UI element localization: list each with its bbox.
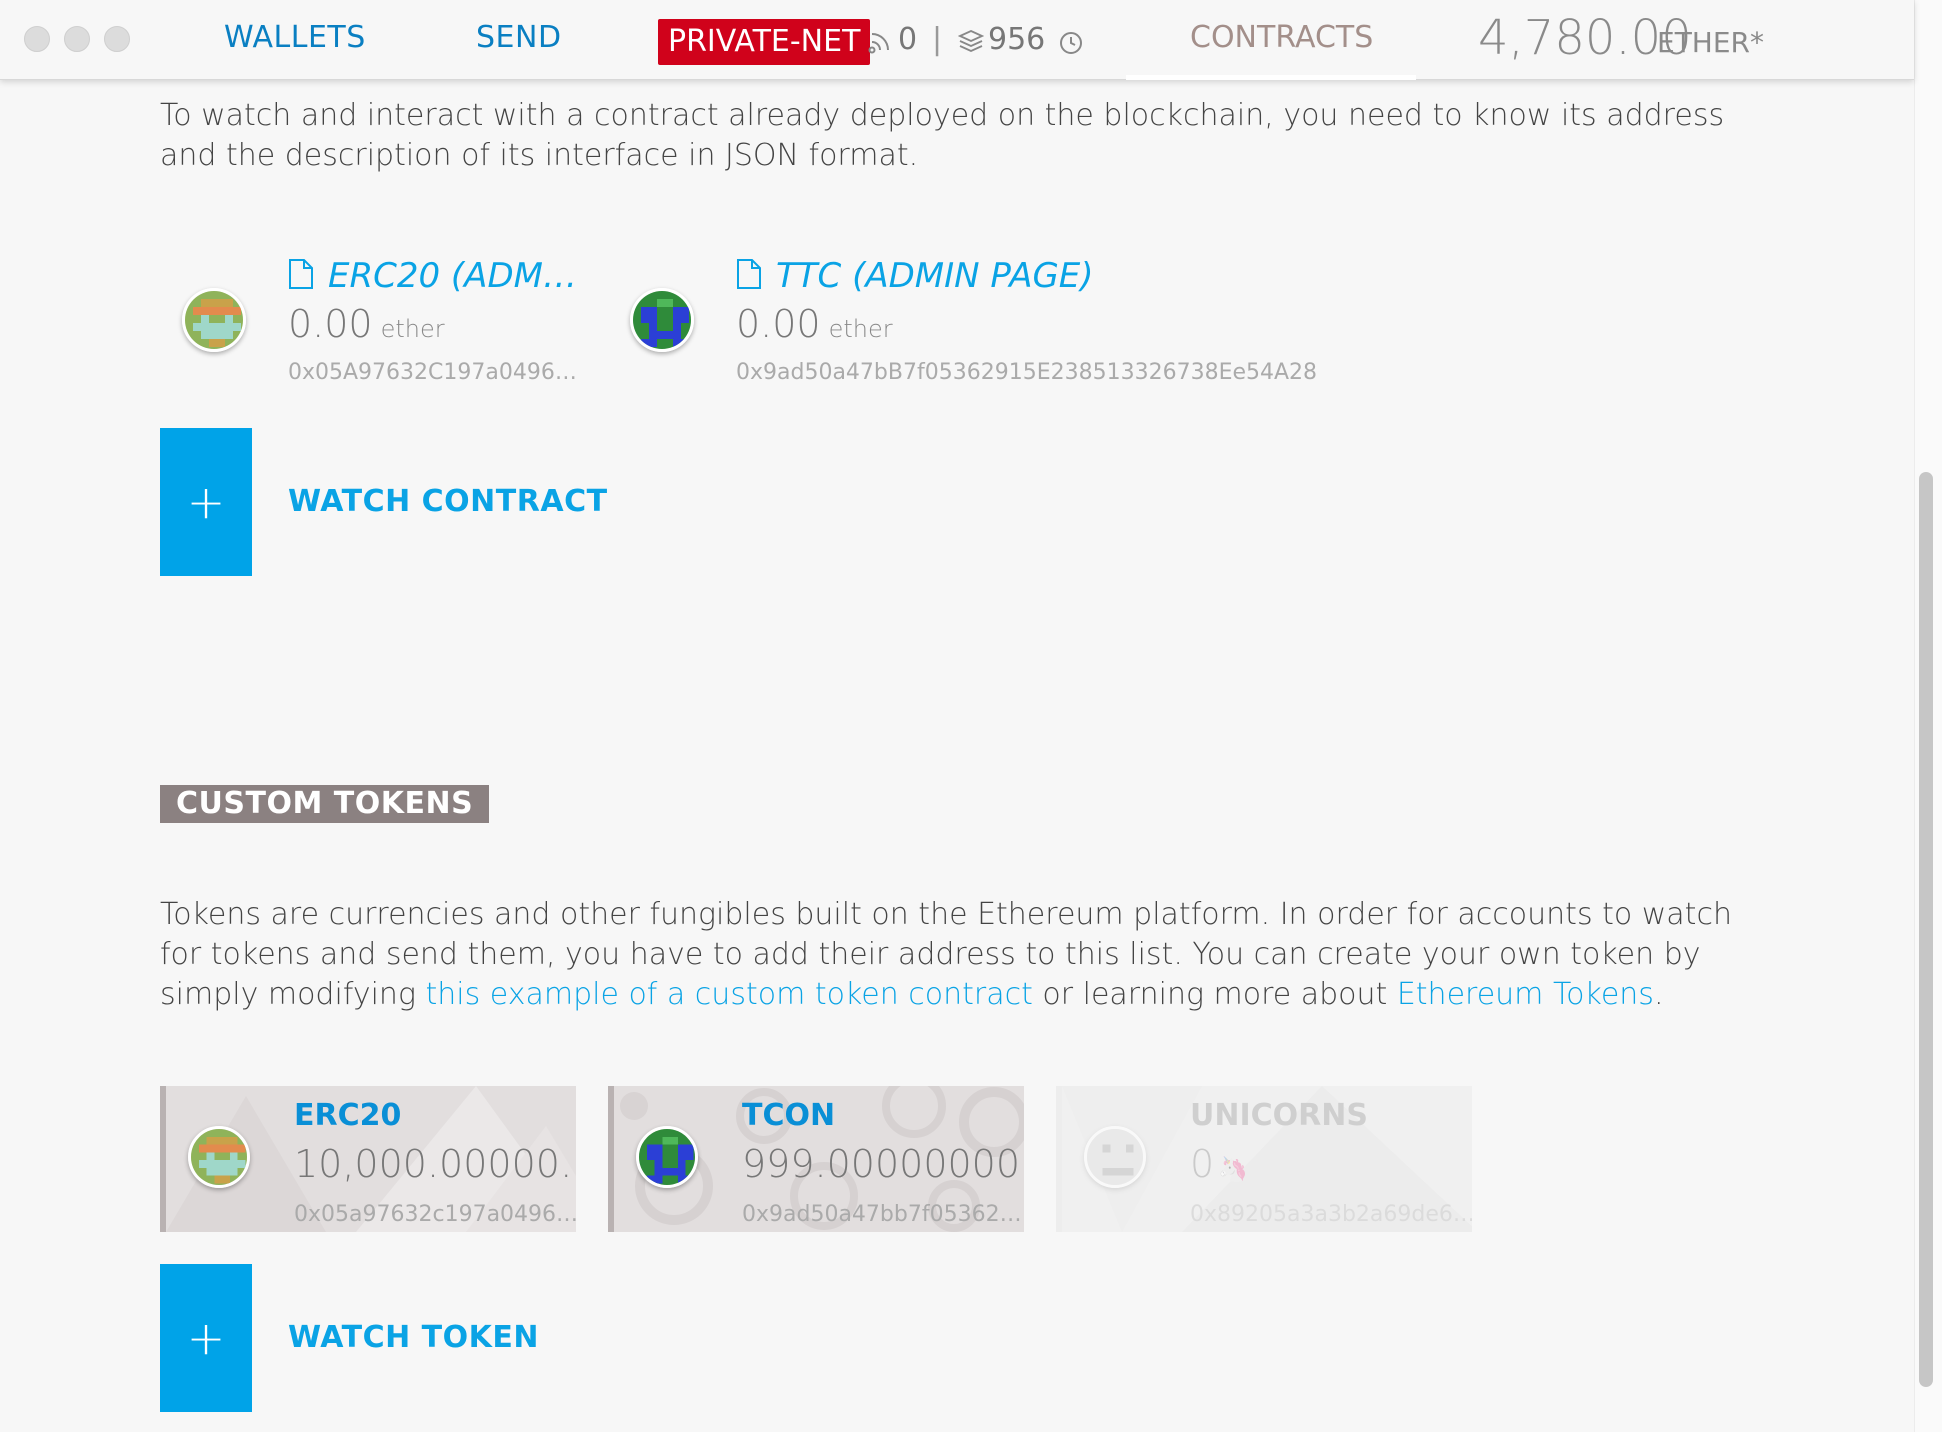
- contract-balance: 0.00 ether: [288, 302, 445, 346]
- watch-token-plus-button[interactable]: +: [160, 1264, 252, 1412]
- nav-send[interactable]: SEND: [476, 20, 562, 55]
- unicorn-icon: 🦄: [1218, 1155, 1249, 1183]
- tokens-desc-text-end: .: [1653, 977, 1664, 1012]
- token-identicon: [188, 1126, 250, 1188]
- contract-balance-unit: ether: [828, 315, 893, 343]
- contract-balance-value: 0.00: [288, 302, 373, 346]
- contract-item-erc20[interactable]: ERC20 (ADM… 0.00 ether 0x05A97632C197a049…: [160, 250, 577, 400]
- ethereum-tokens-link[interactable]: Ethereum Tokens: [1397, 977, 1654, 1012]
- contract-balance: 0.00 ether: [736, 302, 893, 346]
- network-badge: PRIVATE-NET: [658, 19, 871, 65]
- token-address: 0x05a97632c197a0496…: [294, 1202, 576, 1227]
- scrollbar-thumb[interactable]: [1919, 472, 1933, 1387]
- token-amount: 999.00000000…: [742, 1142, 1024, 1186]
- contract-identicon: [630, 288, 694, 352]
- custom-token-example-link[interactable]: this example of a custom token contract: [426, 977, 1033, 1012]
- token-name: UNICORNS: [1190, 1098, 1368, 1133]
- token-identicon: [636, 1126, 698, 1188]
- blocks-icon: [958, 30, 984, 52]
- window-close-button[interactable]: [24, 26, 50, 52]
- active-tab-indicator: [1126, 75, 1416, 80]
- token-card-unicorns[interactable]: UNICORNS 0 🦄 0x89205a3a3b2a69de6…: [1056, 1086, 1472, 1232]
- tab-contracts-label: CONTRACTS: [1190, 20, 1374, 55]
- watch-token-button[interactable]: WATCH TOKEN: [288, 1320, 539, 1355]
- tab-contracts[interactable]: CONTRACTS: [1126, 0, 1416, 80]
- token-card-erc20[interactable]: ERC20 10,000.00000… 0x05a97632c197a0496…: [160, 1086, 576, 1232]
- token-address: 0x9ad50a47bb7f05362…: [742, 1202, 1022, 1227]
- contract-name[interactable]: ERC20 (ADM…: [328, 256, 577, 296]
- document-icon: [737, 259, 761, 289]
- window-minimize-button[interactable]: [64, 26, 90, 52]
- peers-icon: [868, 33, 889, 54]
- watch-contract-button[interactable]: WATCH CONTRACT: [288, 484, 608, 519]
- clock-icon: [1060, 32, 1082, 54]
- contract-identicon: [182, 288, 246, 352]
- nav-wallets[interactable]: WALLETS: [224, 20, 366, 55]
- section-heading-custom-tokens: CUSTOM TOKENS: [160, 785, 490, 823]
- contract-name[interactable]: TTC (ADMIN PAGE): [776, 256, 1094, 296]
- contract-address: 0x9ad50a47bB7f05362915E238513326738Ee54A…: [736, 360, 1318, 385]
- token-name: TCON: [742, 1098, 836, 1133]
- watch-contract-plus-button[interactable]: +: [160, 428, 252, 576]
- contract-address: 0x05A97632C197a0496…: [288, 360, 577, 385]
- top-nav-bar: WALLETS SEND PRIVATE-NET 0 | 956 CONTRAC…: [0, 0, 1914, 80]
- window-zoom-button[interactable]: [104, 26, 130, 52]
- peer-count: 0: [898, 22, 918, 57]
- contract-balance-unit: ether: [380, 315, 445, 343]
- token-name: ERC20: [294, 1098, 402, 1133]
- balance-unit: ETHER*: [1657, 26, 1764, 59]
- token-address: 0x89205a3a3b2a69de6…: [1190, 1202, 1472, 1227]
- header-separator: |: [932, 22, 943, 57]
- contract-item-ttc[interactable]: TTC (ADMIN PAGE) 0.00 ether 0x9ad50a47bB7…: [608, 250, 1317, 400]
- contracts-intro-text: To watch and interact with a contract al…: [160, 98, 1725, 173]
- contract-balance-value: 0.00: [736, 302, 821, 346]
- token-amount: 10,000.00000…: [294, 1142, 576, 1186]
- tokens-description: Tokens are currencies and other fungible…: [160, 895, 1760, 1015]
- token-amount: 0 🦄: [1190, 1142, 1248, 1186]
- token-identicon: [1084, 1126, 1146, 1188]
- token-amount-value: 0: [1190, 1142, 1215, 1186]
- document-icon: [289, 259, 313, 289]
- tokens-desc-text-middle: or learning more about: [1032, 977, 1397, 1012]
- token-card-tcon[interactable]: TCON 999.00000000… 0x9ad50a47bb7f05362…: [608, 1086, 1024, 1232]
- block-number: 956: [988, 22, 1046, 57]
